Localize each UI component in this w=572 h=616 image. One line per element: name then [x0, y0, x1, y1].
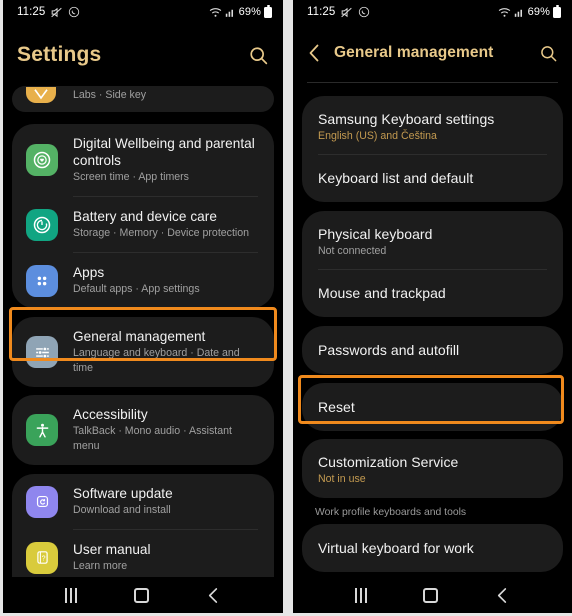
list-item-labs[interactable]: Labs · Side key — [12, 86, 274, 112]
nav-bar-left — [3, 577, 283, 613]
device-care-icon — [26, 208, 58, 241]
list-item-title: Customization Service — [318, 454, 459, 470]
settings-card-keyboard[interactable]: Samsung Keyboard settings English (US) a… — [302, 96, 563, 202]
list-item-digital-wellbeing[interactable]: Digital Wellbeing and parental controls … — [12, 124, 274, 196]
list-item-subtitle: TalkBack · Mono audio · Assistant menu — [73, 425, 232, 452]
home-icon[interactable] — [423, 587, 439, 603]
page-title: General management — [334, 44, 494, 61]
list-item-subtitle: Not connected — [318, 245, 387, 257]
list-item-subtitle: Storage · Memory · Device protection — [73, 227, 250, 239]
section-header-work-profile: Work profile keyboards and tools — [315, 507, 467, 518]
list-item-reset[interactable]: Reset — [302, 383, 563, 431]
list-item-title: Virtual keyboard for work — [318, 539, 474, 556]
settings-card-input-devices[interactable]: Physical keyboard Not connected Mouse an… — [302, 211, 563, 317]
search-icon[interactable] — [539, 44, 558, 63]
list-item-battery-device-care[interactable]: Battery and device care Storage · Memory… — [12, 197, 274, 252]
list-item-title: Reset — [318, 398, 355, 415]
settings-card-accessibility[interactable]: Accessibility TalkBack · Mono audio · As… — [12, 395, 274, 465]
list-item-title: Samsung Keyboard settings — [318, 111, 495, 127]
accessibility-icon — [26, 414, 58, 446]
list-item-mouse-and-trackpad[interactable]: Mouse and trackpad — [302, 270, 563, 317]
whatsapp-icon — [359, 6, 370, 18]
settings-card-partial[interactable]: Labs · Side key — [12, 86, 274, 112]
wifi-icon — [498, 7, 510, 17]
recents-icon[interactable] — [65, 587, 78, 603]
right-phone-screen: 11:25 69% General management Samsung Key… — [293, 0, 572, 616]
recents-icon[interactable] — [355, 587, 368, 603]
nav-bar-right — [293, 577, 572, 613]
settings-card-general-management[interactable]: General management Language and keyboard… — [12, 317, 274, 387]
mute-icon — [341, 7, 353, 17]
mute-icon — [51, 7, 63, 17]
battery-percent: 69% — [527, 6, 550, 18]
list-item-title: Physical keyboard — [318, 226, 433, 242]
list-item-apps[interactable]: Apps Default apps · App settings — [12, 253, 274, 308]
sliders-icon — [26, 336, 58, 368]
list-item-subtitle: English (US) and Čeština — [318, 130, 437, 142]
whatsapp-icon — [69, 6, 80, 18]
settings-card-passwords[interactable]: Passwords and autofill — [302, 326, 563, 374]
dual-screenshot-container: 11:25 69% Settings Labs · Side key Digit… — [0, 0, 572, 616]
battery-icon — [553, 4, 561, 18]
list-item-general-management[interactable]: General management Language and keyboard… — [12, 317, 274, 387]
user-manual-icon: ? — [26, 541, 58, 574]
wifi-icon — [209, 7, 221, 17]
apps-icon — [26, 264, 58, 297]
list-item-subtitle: Download and install — [73, 504, 171, 516]
list-item-subtitle: Learn more — [73, 560, 128, 572]
list-item-title: User manual — [73, 542, 151, 557]
list-item-subtitle: Screen time · App timers — [73, 171, 189, 183]
software-update-icon — [26, 485, 58, 518]
list-item-samsung-keyboard-settings[interactable]: Samsung Keyboard settings English (US) a… — [302, 96, 563, 154]
wellbeing-icon — [26, 144, 58, 176]
left-phone-screen: 11:25 69% Settings Labs · Side key Digit… — [3, 0, 283, 616]
settings-card-1[interactable]: Digital Wellbeing and parental controls … — [12, 124, 274, 308]
home-icon[interactable] — [133, 587, 149, 603]
page-title: Settings — [17, 43, 102, 66]
status-bar-left: 11:25 69% — [3, 0, 283, 24]
list-item-title: Passwords and autofill — [318, 341, 460, 358]
list-item-software-update[interactable]: Software update Download and install — [12, 474, 274, 529]
status-time: 11:25 — [17, 6, 46, 18]
back-icon[interactable] — [495, 587, 510, 604]
panel-gap — [283, 0, 293, 616]
left-app-bar: Settings — [3, 24, 283, 86]
status-time: 11:25 — [307, 6, 336, 18]
status-bar-right: 11:25 69% — [293, 0, 572, 24]
list-item-title: Battery and device care — [73, 209, 217, 224]
list-item-title: General management — [73, 329, 206, 344]
list-item-subtitle: Labs · Side key — [73, 89, 147, 101]
svg-text:?: ? — [41, 554, 45, 562]
left-edge-strip — [0, 0, 3, 616]
list-item-subtitle: Default apps · App settings — [73, 283, 200, 295]
settings-card-reset[interactable]: Reset — [302, 383, 563, 431]
general-management-list[interactable]: Samsung Keyboard settings English (US) a… — [293, 83, 572, 572]
signal-icon — [514, 9, 522, 17]
back-chevron-icon[interactable] — [307, 43, 321, 63]
list-item-customization-service[interactable]: Customization Service Not in use — [302, 439, 563, 498]
labs-icon — [26, 87, 56, 103]
list-item-title: Apps — [73, 265, 105, 280]
right-app-bar: General management — [293, 24, 572, 82]
list-item-title: Mouse and trackpad — [318, 285, 446, 301]
list-item-passwords-and-autofill[interactable]: Passwords and autofill — [302, 326, 563, 374]
list-item-title: Accessibility — [73, 407, 148, 422]
list-item-subtitle: Language and keyboard · Date and time — [73, 347, 240, 374]
list-item-title: Digital Wellbeing and parental controls — [73, 136, 255, 168]
battery-icon — [264, 4, 272, 18]
settings-card-customization[interactable]: Customization Service Not in use — [302, 439, 563, 498]
list-item-title: Software update — [73, 486, 173, 501]
list-item-virtual-keyboard-for-work[interactable]: Virtual keyboard for work — [302, 524, 563, 572]
signal-icon — [225, 9, 233, 17]
list-item-title: Keyboard list and default — [318, 170, 474, 186]
list-item-keyboard-list-and-default[interactable]: Keyboard list and default — [302, 155, 563, 202]
battery-percent: 69% — [238, 6, 261, 18]
list-item-accessibility[interactable]: Accessibility TalkBack · Mono audio · As… — [12, 395, 274, 465]
list-item-subtitle: Not in use — [318, 473, 366, 485]
list-item-physical-keyboard[interactable]: Physical keyboard Not connected — [302, 211, 563, 269]
search-icon[interactable] — [248, 45, 269, 66]
back-icon[interactable] — [206, 587, 221, 604]
settings-card-work-profile[interactable]: Virtual keyboard for work — [302, 524, 563, 572]
left-settings-list[interactable]: Labs · Side key Digital Wellbeing and pa… — [3, 86, 283, 616]
